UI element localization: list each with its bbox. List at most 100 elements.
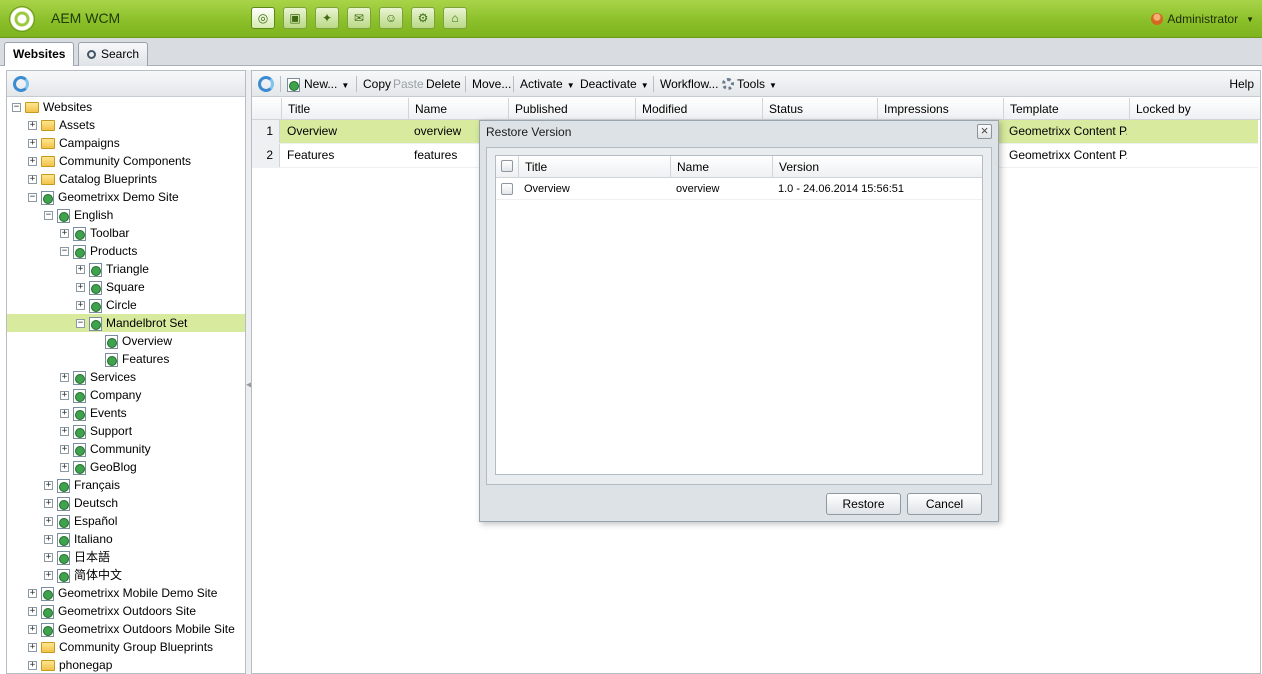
tree-node[interactable]: + Services	[7, 368, 245, 386]
tree-node[interactable]: + Geometrixx Outdoors Mobile Site	[7, 620, 245, 638]
expand-icon[interactable]: +	[28, 139, 37, 149]
tree-node[interactable]: + Events	[7, 404, 245, 422]
help-button[interactable]: Help	[1229, 77, 1254, 91]
tree-node[interactable]: + Community Components	[7, 152, 245, 170]
new-button[interactable]: New... ▼	[287, 77, 349, 92]
tree-node[interactable]: + Deutsch	[7, 494, 245, 512]
paste-button[interactable]: Paste	[393, 77, 424, 91]
tree-node[interactable]: − Mandelbrot Set	[7, 314, 245, 332]
tree-node[interactable]: + Geometrixx Mobile Demo Site	[7, 584, 245, 602]
tools-button[interactable]: Tools ▼	[722, 77, 777, 91]
tree-node[interactable]: + phonegap	[7, 656, 245, 673]
refresh-grid-icon[interactable]	[258, 76, 274, 92]
column-header-version[interactable]: Version	[772, 156, 982, 178]
collapse-icon[interactable]: −	[76, 319, 85, 329]
expand-icon[interactable]: +	[60, 409, 69, 419]
user-menu[interactable]: Administrator ▼	[1151, 12, 1254, 26]
tree-node[interactable]: + Circle	[7, 296, 245, 314]
column-header-status[interactable]: Status	[762, 98, 877, 120]
tree-node[interactable]: + Company	[7, 386, 245, 404]
expand-icon[interactable]: +	[28, 589, 37, 599]
select-all-checkbox[interactable]	[501, 160, 513, 172]
activate-button[interactable]: Activate ▼	[520, 77, 575, 91]
tree-node[interactable]: + GeoBlog	[7, 458, 245, 476]
tree-node[interactable]: + Italiano	[7, 530, 245, 548]
expand-icon[interactable]: +	[60, 373, 69, 383]
expand-icon[interactable]: +	[44, 535, 53, 545]
workflow-button[interactable]: Workflow...	[660, 77, 718, 91]
expand-icon[interactable]: +	[28, 643, 37, 653]
expand-icon[interactable]: +	[60, 445, 69, 455]
tagging-icon[interactable]: ⌂	[443, 7, 467, 29]
expand-icon[interactable]: +	[76, 301, 85, 311]
digital-assets-icon[interactable]: ▣	[283, 7, 307, 29]
version-row[interactable]: Overview overview 1.0 - 24.06.2014 15:56…	[496, 179, 982, 200]
column-header-title[interactable]: Title	[518, 156, 670, 178]
column-header-name[interactable]: Name	[670, 156, 772, 178]
expand-icon[interactable]: +	[60, 229, 69, 239]
expand-icon[interactable]: +	[60, 391, 69, 401]
expand-icon[interactable]: +	[76, 283, 85, 293]
delete-button[interactable]: Delete	[426, 77, 461, 91]
column-header-published[interactable]: Published	[508, 98, 635, 120]
inbox-icon[interactable]: ✉	[347, 7, 371, 29]
tree-node[interactable]: + Campaigns	[7, 134, 245, 152]
expand-icon[interactable]: +	[28, 121, 37, 131]
aem-logo-icon[interactable]	[9, 6, 35, 32]
users-icon[interactable]: ☺	[379, 7, 403, 29]
collapse-icon[interactable]: −	[28, 193, 37, 203]
column-header-template[interactable]: Template	[1003, 98, 1129, 120]
column-header-modified[interactable]: Modified	[635, 98, 762, 120]
tree-node[interactable]: Overview	[7, 332, 245, 350]
expand-icon[interactable]: +	[28, 607, 37, 617]
tree-node[interactable]: + 简体中文	[7, 566, 245, 584]
tree-node[interactable]: + Support	[7, 422, 245, 440]
tree-node[interactable]: + Geometrixx Outdoors Site	[7, 602, 245, 620]
tree-node[interactable]: + Triangle	[7, 260, 245, 278]
tree-node[interactable]: − Geometrixx Demo Site	[7, 188, 245, 206]
campaigns-icon[interactable]: ✦	[315, 7, 339, 29]
tree-node[interactable]: + Catalog Blueprints	[7, 170, 245, 188]
row-checkbox[interactable]	[501, 183, 513, 195]
tree-node[interactable]: + Square	[7, 278, 245, 296]
tab-websites[interactable]: Websites	[4, 42, 75, 66]
expand-icon[interactable]: +	[28, 157, 37, 167]
expand-icon[interactable]: +	[60, 463, 69, 473]
expand-icon[interactable]: +	[60, 427, 69, 437]
expand-icon[interactable]: +	[44, 481, 53, 491]
websites-icon[interactable]: ◎	[251, 7, 275, 29]
copy-button[interactable]: Copy	[363, 77, 391, 91]
refresh-tree-icon[interactable]	[13, 76, 29, 92]
tree-node[interactable]: + Assets	[7, 116, 245, 134]
tree-node[interactable]: + Toolbar	[7, 224, 245, 242]
expand-icon[interactable]: +	[28, 175, 37, 185]
collapse-icon[interactable]: −	[44, 211, 53, 221]
expand-icon[interactable]: +	[28, 625, 37, 635]
deactivate-button[interactable]: Deactivate ▼	[580, 77, 649, 91]
expand-icon[interactable]: +	[28, 661, 37, 671]
dialog-header[interactable]: Restore Version ×	[480, 121, 998, 143]
tree-node[interactable]: − Websites	[7, 98, 245, 116]
cancel-button[interactable]: Cancel	[907, 493, 982, 515]
column-header-locked-by[interactable]: Locked by	[1129, 98, 1260, 120]
tree-node[interactable]: + Community	[7, 440, 245, 458]
column-header-impressions[interactable]: Impressions	[877, 98, 1003, 120]
expand-icon[interactable]: +	[44, 571, 53, 581]
expand-icon[interactable]: +	[76, 265, 85, 275]
tree-node[interactable]: + Español	[7, 512, 245, 530]
restore-button[interactable]: Restore	[826, 493, 901, 515]
column-header-title[interactable]: Title	[281, 98, 408, 120]
tools-icon[interactable]: ⚙	[411, 7, 435, 29]
collapse-icon[interactable]: −	[60, 247, 69, 257]
expand-icon[interactable]: +	[44, 553, 53, 563]
tree-node[interactable]: − English	[7, 206, 245, 224]
tree-node[interactable]: Features	[7, 350, 245, 368]
tree-node[interactable]: + Français	[7, 476, 245, 494]
expand-icon[interactable]: +	[44, 517, 53, 527]
tree-node[interactable]: − Products	[7, 242, 245, 260]
tab-search[interactable]: Search	[78, 42, 149, 66]
move-button[interactable]: Move...	[472, 77, 511, 91]
column-header-name[interactable]: Name	[408, 98, 508, 120]
close-icon[interactable]: ×	[977, 124, 992, 139]
tree-node[interactable]: + 日本語	[7, 548, 245, 566]
